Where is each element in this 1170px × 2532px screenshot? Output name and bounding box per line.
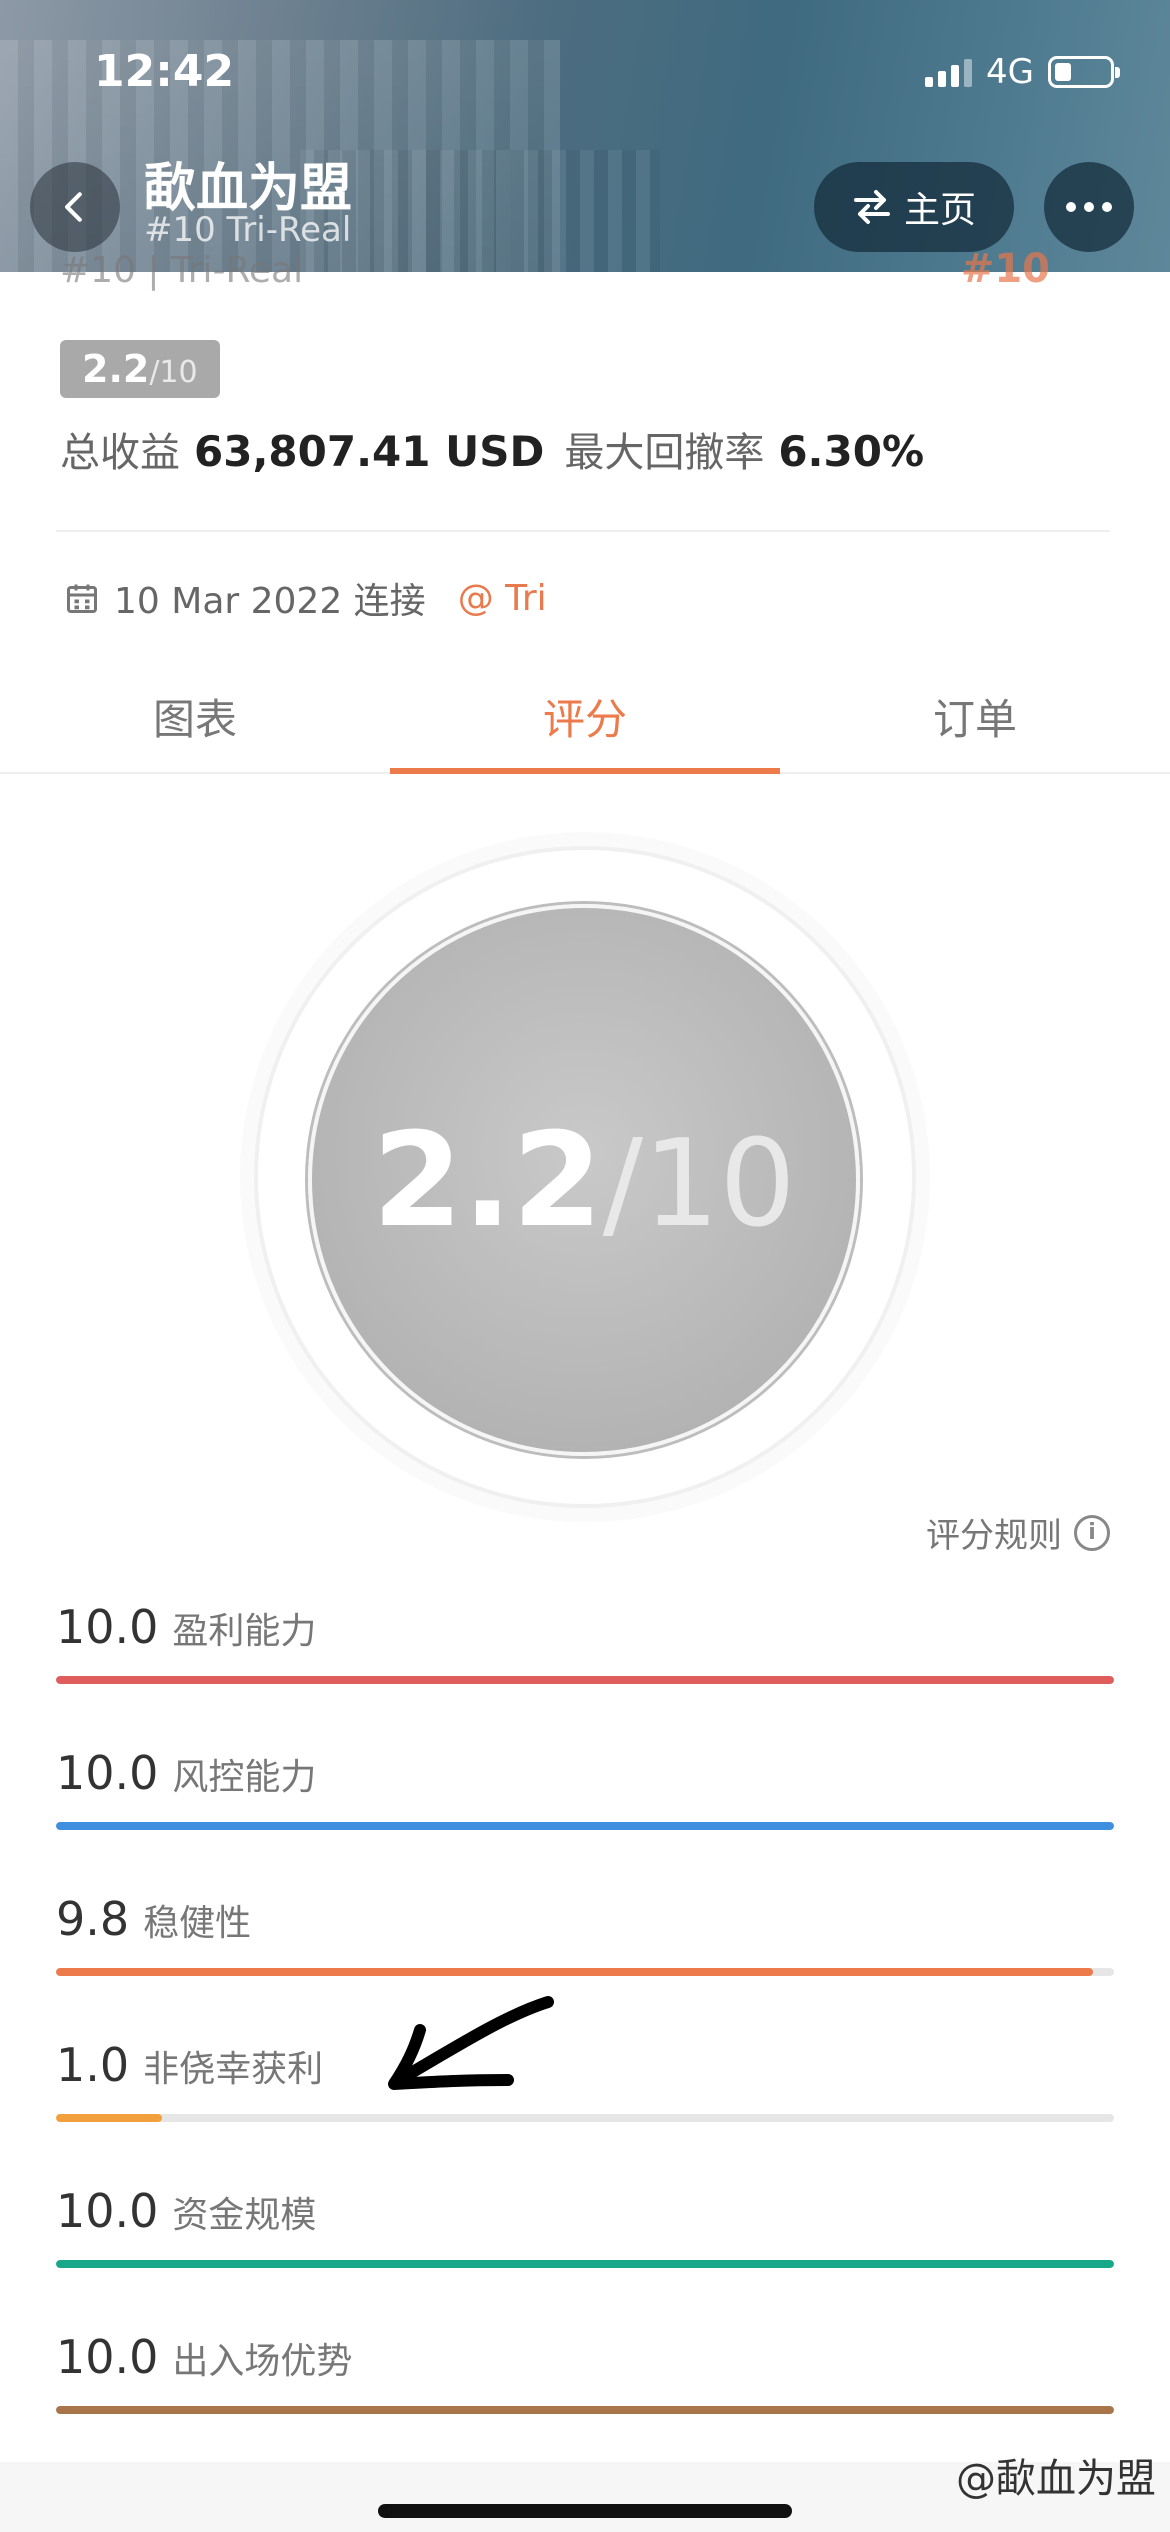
score-rules-link[interactable]: 评分规则 i: [926, 1508, 1110, 1557]
metric-value: 1.0: [56, 2038, 130, 2092]
more-dot-icon: [1066, 202, 1076, 212]
metric-bar-fill: [56, 1968, 1093, 1976]
score-circle: 2.2 /10: [308, 904, 860, 1456]
metric-label: 盈利能力: [172, 1611, 317, 1652]
swap-icon: [853, 190, 890, 224]
page-subtitle: #10 Tri-Real: [144, 210, 352, 250]
metric-bar-fill: [56, 2114, 162, 2122]
info-icon: i: [1074, 1514, 1110, 1551]
metric-bar: [56, 2406, 1114, 2414]
owner-link[interactable]: @ Tri: [458, 578, 547, 619]
status-time: 12:42: [94, 46, 235, 97]
scrolled-rank-badge: #10: [960, 246, 1050, 292]
metric-value: 10.0: [56, 1746, 159, 1800]
score-badge-value: 2.2: [82, 347, 150, 391]
max-drawdown-value: 6.30%: [778, 427, 925, 476]
overall-score-value: 2.2: [372, 1104, 603, 1256]
metric-bar-fill: [56, 2406, 1114, 2414]
status-indicators: 4G: [925, 52, 1120, 92]
total-profit-label: 总收益: [60, 430, 180, 476]
back-button[interactable]: [30, 162, 120, 252]
signal-icon: [925, 57, 973, 87]
divider: [56, 530, 1110, 532]
calendar-icon: [67, 584, 97, 613]
metric-label: 风控能力: [172, 1757, 317, 1798]
metric-bar: [56, 1676, 1114, 1684]
score-badge: 2.2 /10: [60, 340, 220, 398]
watermark: @歃血为盟: [956, 2446, 1156, 2504]
overall-score-denominator: /10: [602, 1115, 796, 1254]
tab-bar: 图表 评分 订单: [0, 660, 1170, 774]
network-type: 4G: [986, 52, 1034, 92]
home-indicator[interactable]: [378, 2504, 792, 2518]
score-badge-denominator: /10: [149, 355, 198, 390]
connection-info: 10 Mar 2022 连接 @ Tri: [64, 572, 547, 624]
overall-score: 2.2 /10: [372, 1104, 795, 1256]
metric-bar-fill: [56, 2260, 1114, 2268]
metric-row: 10.0 出入场优势: [56, 2330, 1114, 2414]
chevron-left-icon: [65, 192, 82, 222]
annotation-arrow-icon: [388, 1996, 554, 2090]
metric-label: 出入场优势: [172, 2341, 353, 2382]
metric-row: 9.8 稳健性: [56, 1892, 1114, 1976]
metric-row: 1.0 非侥幸获利: [56, 2038, 1114, 2122]
metric-row: 10.0 盈利能力: [56, 1600, 1114, 1684]
metric-row: 10.0 风控能力: [56, 1746, 1114, 1830]
metric-bar: [56, 1968, 1114, 1976]
performance-summary: 总收益 63,807.41 USD 最大回撤率 6.30%: [60, 420, 924, 478]
metric-value: 9.8: [56, 1892, 130, 1946]
connected-date: 10 Mar 2022 连接: [114, 581, 426, 622]
metric-bar: [56, 2114, 1114, 2122]
watermark-text: @歃血为盟: [956, 2456, 1156, 2502]
score-rules-label: 评分规则: [926, 1516, 1062, 1556]
metric-value: 10.0: [56, 2184, 159, 2238]
metric-bar-fill: [56, 1676, 1114, 1684]
metric-label: 稳健性: [143, 1903, 252, 1944]
metric-bar-fill: [56, 1822, 1114, 1830]
tab-orders[interactable]: 订单: [780, 660, 1170, 772]
home-button[interactable]: 主页: [814, 162, 1014, 252]
scrolled-rank-text: #10 | Tri-Real: [60, 250, 304, 291]
metric-label: 资金规模: [172, 2195, 317, 2236]
more-dot-icon: [1102, 202, 1112, 212]
metric-bar: [56, 1822, 1114, 1830]
more-dot-icon: [1084, 202, 1094, 212]
metric-row: 10.0 资金规模: [56, 2184, 1114, 2268]
home-button-label: 主页: [903, 190, 976, 231]
max-drawdown-label: 最大回撤率: [564, 430, 765, 476]
header-background-image-detail: [300, 150, 660, 272]
metric-label: 非侥幸获利: [143, 2049, 324, 2090]
header: 12:42 4G 歃血为盟 #10 Tri-Real 主页: [0, 0, 1170, 272]
metric-bar: [56, 2260, 1114, 2268]
total-profit-value: 63,807.41 USD: [194, 427, 545, 476]
metric-value: 10.0: [56, 2330, 159, 2384]
more-options-button[interactable]: [1044, 162, 1134, 252]
tab-chart[interactable]: 图表: [0, 660, 390, 772]
metric-value: 10.0: [56, 1600, 159, 1654]
battery-icon: [1048, 56, 1120, 88]
tab-score[interactable]: 评分: [390, 660, 780, 774]
